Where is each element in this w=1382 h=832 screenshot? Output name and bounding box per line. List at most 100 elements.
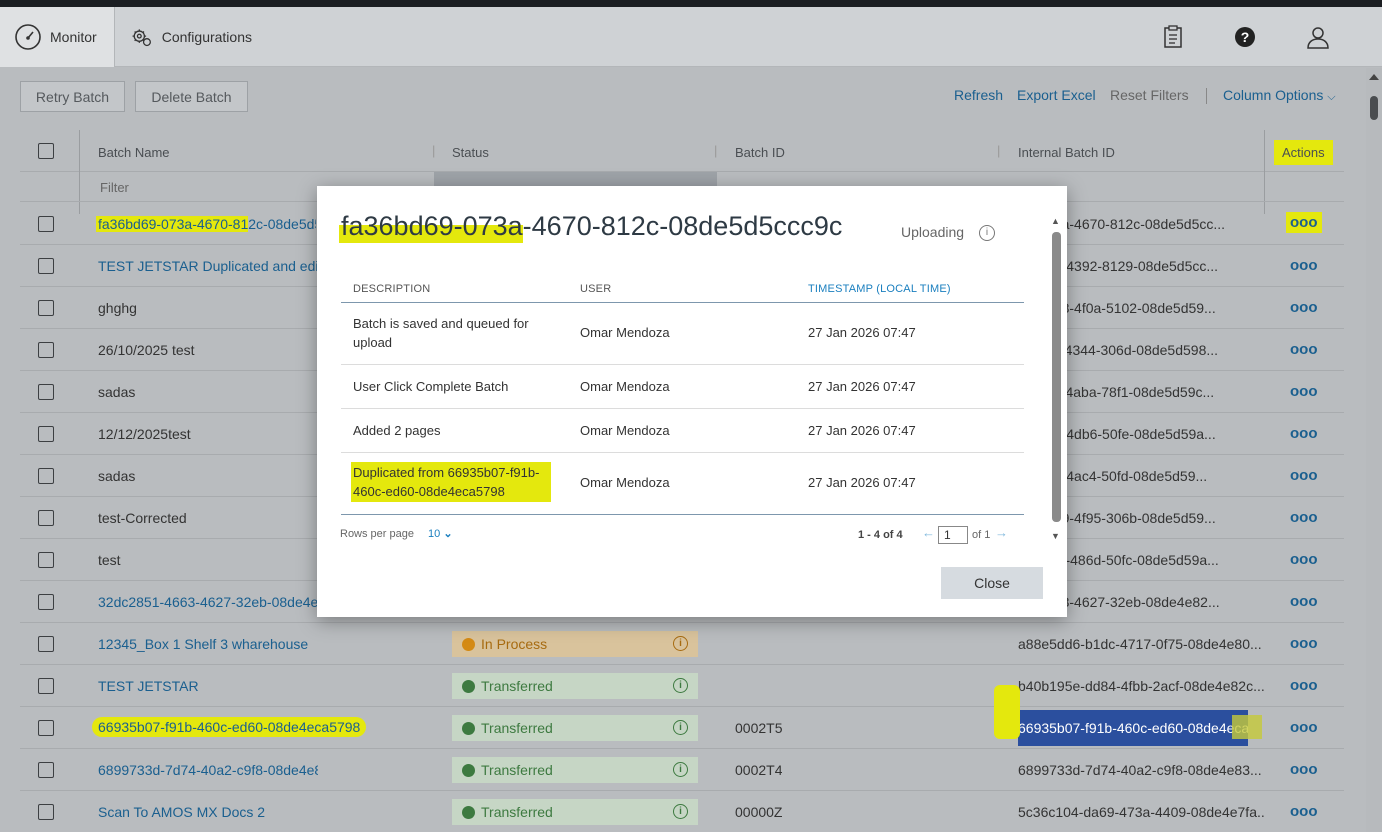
batch-name-cell[interactable]: 32dc2851-4663-4627-32eb-08de4e	[98, 594, 318, 610]
check-circle-icon	[462, 763, 475, 777]
rows-per-page-value: 10	[428, 528, 441, 540]
table-row[interactable]: 66935b07-f91b-460c-ed60-08de4eca5798 Tran…	[20, 685, 1344, 749]
row-actions-menu[interactable]: ooo	[1290, 299, 1318, 316]
dialog-scroll-thumb[interactable]	[1052, 232, 1061, 522]
row-checkbox[interactable]	[38, 594, 54, 610]
dialog-scroll-down-icon[interactable]: ▼	[1051, 531, 1060, 541]
header-batch-id[interactable]: Batch ID	[735, 145, 785, 160]
row-actions-menu[interactable]: ooo	[1290, 635, 1318, 652]
status-badge: Transferred i	[452, 673, 698, 699]
batch-name-cell[interactable]: 12345_Box 1 Shelf 3 wharehouse	[98, 636, 308, 652]
row-actions-menu[interactable]: ooo	[1290, 593, 1318, 610]
column-options-dropdown[interactable]: Column Options ⌵	[1223, 87, 1336, 104]
header-internal-batch-id[interactable]: Internal Batch ID	[1018, 145, 1115, 160]
batch-name-cell[interactable]: TEST JETSTAR Duplicated and edited	[98, 258, 318, 274]
row-actions-menu[interactable]: ooo	[1290, 467, 1318, 484]
scroll-thumb[interactable]	[1370, 96, 1378, 120]
internal-batch-id-cell: 5c36c104-da69-473a-4409-08de4e7fa...	[1018, 804, 1264, 820]
tab-configurations-label: Configurations	[161, 29, 252, 45]
batch-name-cell[interactable]: 6899733d-7d74-40a2-c9f8-08de4e83d456	[98, 762, 318, 778]
help-icon[interactable]: ?	[1232, 24, 1258, 50]
row-checkbox[interactable]	[38, 510, 54, 526]
batch-name-cell: ghghg	[98, 300, 137, 316]
batch-name-cell: test-Corrected	[98, 510, 187, 526]
row-actions-menu[interactable]: ooo	[1290, 509, 1318, 526]
history-row: Batch is saved and queued for upload Oma…	[341, 303, 1024, 364]
table-row[interactable]: 6899733d-7d74-40a2-c9f8-08de4e83d456 Tran…	[20, 749, 1344, 791]
row-actions-menu[interactable]: ooo	[1290, 257, 1318, 274]
check-circle-icon	[462, 679, 475, 693]
info-icon[interactable]: i	[979, 225, 995, 241]
row-checkbox[interactable]	[38, 342, 54, 358]
history-row: Added 2 pages Omar Mendoza 27 Jan 2026 0…	[341, 408, 1024, 452]
tab-configurations[interactable]: Configurations	[116, 7, 266, 67]
row-checkbox[interactable]	[38, 468, 54, 484]
row-checkbox[interactable]	[38, 804, 54, 820]
next-page-arrow-icon[interactable]: →	[995, 525, 1008, 540]
header-batch-name[interactable]: Batch Name	[98, 145, 170, 160]
batch-name-cell[interactable]: 66935b07-f91b-460c-ed60-08de4eca5798	[92, 717, 367, 737]
row-actions-menu[interactable]: ooo	[1290, 803, 1318, 820]
page-input[interactable]: 1	[938, 526, 968, 544]
row-actions-menu[interactable]: ooo	[1290, 425, 1318, 442]
info-icon[interactable]: i	[673, 720, 688, 735]
filter-batch-name[interactable]: Filter	[100, 180, 129, 195]
row-checkbox[interactable]	[38, 384, 54, 400]
row-actions-menu[interactable]: ooo	[1290, 761, 1318, 778]
row-checkbox[interactable]	[38, 636, 54, 652]
tab-monitor[interactable]: Monitor	[0, 7, 115, 67]
batch-name-cell[interactable]: fa36bd69-073a-4670-812c-08de5d5	[96, 216, 316, 232]
close-button[interactable]: Close	[941, 567, 1043, 599]
header-sep-1: |	[432, 143, 436, 158]
table-row[interactable]: Scan To AMOS MX Docs 2 Transferred i 00000Z…	[20, 791, 1344, 832]
row-checkbox[interactable]	[38, 720, 54, 736]
table-row[interactable]: 12345_Box 1 Shelf 3 wharehouse In Process…	[20, 623, 1344, 665]
row-checkbox[interactable]	[38, 426, 54, 442]
dialog-scroll-up-icon[interactable]: ▲	[1051, 216, 1060, 226]
filter-status[interactable]	[434, 172, 717, 186]
scroll-up-arrow-icon[interactable]	[1369, 74, 1379, 80]
select-all-checkbox[interactable]	[38, 143, 54, 159]
prev-page-arrow-icon[interactable]: ←	[922, 525, 935, 540]
refresh-link[interactable]: Refresh	[954, 87, 1003, 103]
header-actions: Actions	[1274, 140, 1333, 165]
info-icon[interactable]: i	[673, 636, 688, 651]
rows-per-page-select[interactable]: 10 ⌄	[428, 527, 453, 540]
row-checkbox[interactable]	[38, 678, 54, 694]
delete-batch-button[interactable]: Delete Batch	[135, 81, 248, 112]
row-checkbox[interactable]	[38, 552, 54, 568]
batch-name-cell[interactable]: Scan To AMOS MX Docs 2	[98, 804, 265, 820]
row-actions-menu[interactable]: ooo	[1286, 212, 1322, 233]
page-scrollbar[interactable]	[1366, 68, 1382, 832]
batch-history-dialog: fa36bd69-073a-4670-812c-08de5d5ccc9c Upl…	[317, 186, 1067, 617]
row-checkbox[interactable]	[38, 216, 54, 232]
status-label: Transferred	[481, 720, 553, 736]
pagination-range: 1 - 4 of 4	[858, 529, 903, 541]
table-row[interactable]: TEST JETSTAR Transferred i b40b195e-dd84-4f…	[20, 665, 1344, 707]
row-actions-menu[interactable]: ooo	[1290, 341, 1318, 358]
col-timestamp[interactable]: TIMESTAMP (LOCAL TIME)	[808, 283, 951, 295]
status-badge: Transferred i	[452, 757, 698, 783]
svg-text:?: ?	[1241, 29, 1250, 45]
row-actions-menu[interactable]: ooo	[1290, 719, 1318, 736]
export-excel-link[interactable]: Export Excel	[1017, 87, 1096, 103]
info-icon[interactable]: i	[673, 804, 688, 819]
info-icon[interactable]: i	[673, 762, 688, 777]
info-icon[interactable]: i	[673, 678, 688, 693]
row-actions-menu[interactable]: ooo	[1290, 383, 1318, 400]
clipboard-icon[interactable]	[1160, 24, 1186, 50]
history-row: User Click Complete Batch Omar Mendoza 2…	[341, 364, 1024, 408]
row-actions-menu[interactable]: ooo	[1290, 677, 1318, 694]
user-icon[interactable]	[1305, 24, 1331, 50]
retry-batch-button[interactable]: Retry Batch	[20, 81, 125, 112]
batch-name-cell[interactable]: TEST JETSTAR	[98, 678, 199, 694]
row-checkbox[interactable]	[38, 258, 54, 274]
row-checkbox[interactable]	[38, 300, 54, 316]
batch-id-cell: 00000Z	[735, 804, 783, 820]
dialog-scrollbar[interactable]	[1052, 232, 1061, 522]
row-user: Omar Mendoza	[580, 423, 670, 438]
row-checkbox[interactable]	[38, 762, 54, 778]
reset-filters-link[interactable]: Reset Filters	[1110, 87, 1189, 103]
header-status[interactable]: Status	[452, 145, 489, 160]
row-actions-menu[interactable]: ooo	[1290, 551, 1318, 568]
